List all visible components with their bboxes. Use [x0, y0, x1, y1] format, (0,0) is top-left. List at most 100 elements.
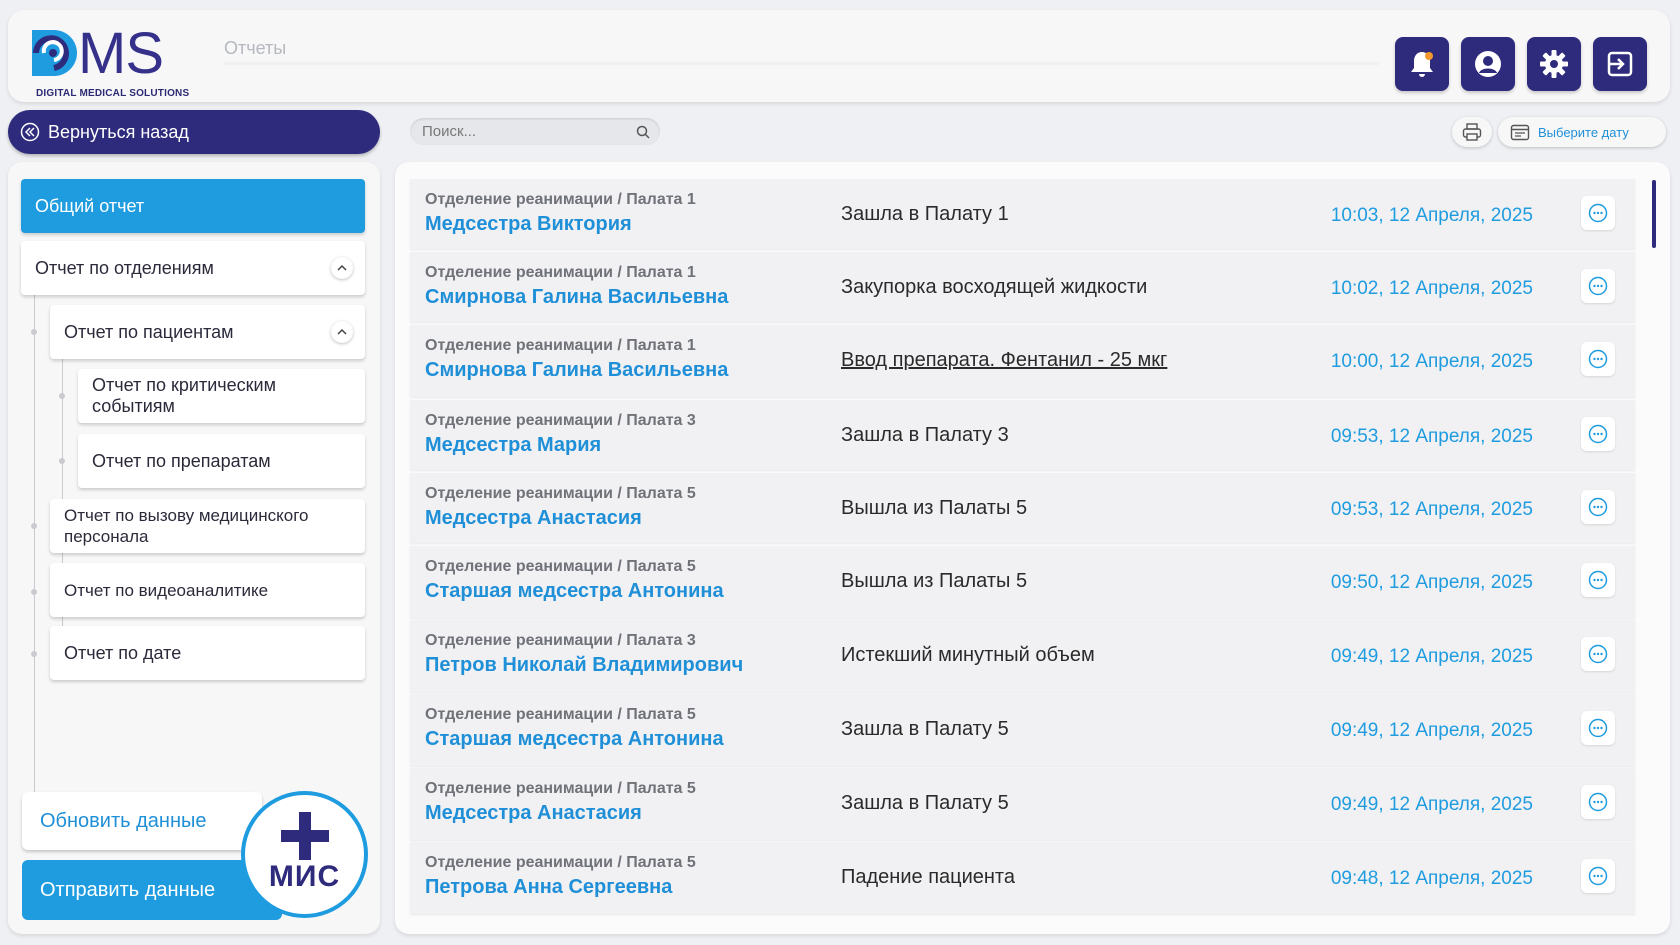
more-button[interactable] [1581, 196, 1615, 230]
more-button[interactable] [1581, 711, 1615, 745]
sidebar-item-general-report[interactable]: Общий отчет [21, 179, 365, 233]
search-input[interactable] [422, 123, 636, 140]
event-time: 10:03, 12 Апреля, 2025 [1330, 205, 1533, 226]
refresh-data-button[interactable]: Обновить данные [22, 792, 262, 850]
logo-mark-icon [32, 30, 77, 76]
dms-logo[interactable]: MS DIGITAL MEDICAL SOLUTIONS [28, 20, 198, 100]
event-time: 10:00, 12 Апреля, 2025 [1330, 351, 1533, 372]
sidebar-item-label: Отчет по вызову медицинского персонала [64, 506, 309, 546]
sidebar-item-patients-report[interactable]: Отчет по пациентам [50, 305, 365, 359]
more-button[interactable] [1581, 342, 1615, 376]
sidebar-item-label: Отчет по препаратам [92, 450, 271, 471]
event-person[interactable]: Смирнова Галина Васильевна [425, 286, 728, 309]
event-person[interactable]: Старшая медсестра Антонина [425, 728, 724, 751]
event-location: Отделение реанимации / Палата 5 [425, 780, 696, 797]
logo-subtitle: DIGITAL MEDICAL SOLUTIONS [36, 88, 190, 99]
event-time: 09:48, 12 Апреля, 2025 [1330, 868, 1533, 889]
more-button[interactable] [1581, 785, 1615, 819]
more-button[interactable] [1581, 563, 1615, 597]
event-row[interactable]: Отделение реанимации / Палата 5 Медсестра… [410, 473, 1635, 543]
event-row[interactable]: Отделение реанимации / Палата 5 Старшая м… [410, 546, 1635, 618]
printer-icon [1462, 123, 1482, 141]
tree-node [59, 393, 65, 399]
more-icon [1588, 497, 1608, 517]
event-location: Отделение реанимации / Палата 3 [425, 632, 696, 649]
event-person[interactable]: Медсестра Анастасия [425, 507, 642, 530]
more-button[interactable] [1581, 859, 1615, 893]
refresh-data-label: Обновить данные [40, 809, 207, 832]
event-row[interactable]: Отделение реанимации / Палата 5 Петрова А… [410, 842, 1635, 914]
event-row[interactable]: Отделение реанимации / Палата 1 Смирнова … [410, 325, 1635, 397]
logout-icon [1607, 51, 1633, 77]
search-box[interactable] [410, 118, 660, 145]
mis-button[interactable]: МИС [241, 791, 368, 918]
tree-node [31, 589, 37, 595]
sidebar-item-drugs-report[interactable]: Отчет по препаратам [78, 434, 365, 488]
more-button[interactable] [1581, 269, 1615, 303]
more-icon [1588, 644, 1608, 664]
event-person[interactable]: Медсестра Мария [425, 434, 601, 457]
search-icon [636, 125, 650, 139]
sidebar-item-label: Общий отчет [35, 195, 145, 216]
event-location: Отделение реанимации / Палата 3 [425, 412, 696, 429]
date-picker-button[interactable]: Выберите дату [1498, 117, 1666, 147]
title-divider [224, 62, 1379, 65]
more-icon [1588, 792, 1608, 812]
more-icon [1588, 570, 1608, 590]
event-time: 09:49, 12 Апреля, 2025 [1330, 646, 1533, 667]
print-button[interactable] [1452, 117, 1492, 147]
plus-icon [280, 811, 329, 860]
bell-icon [1411, 52, 1433, 77]
more-icon [1588, 718, 1608, 738]
event-row[interactable]: Отделение реанимации / Палата 3 Петров Ни… [410, 620, 1635, 692]
sidebar-item-date-report[interactable]: Отчет по дате [50, 626, 365, 680]
event-row[interactable]: Отделение реанимации / Палата 5 Медсестра… [410, 768, 1635, 840]
event-location: Отделение реанимации / Палата 5 [425, 485, 696, 502]
event-description: Истекший минутный объем [841, 644, 1095, 666]
settings-button[interactable] [1527, 37, 1581, 91]
app-header: MS DIGITAL MEDICAL SOLUTIONS Отчеты [8, 10, 1670, 102]
sidebar-item-label: Отчет по отделениям [35, 257, 214, 278]
sidebar-item-video-analytics-report[interactable]: Отчет по видеоаналитике [50, 563, 365, 617]
chevron-up-icon[interactable] [331, 257, 353, 279]
event-row[interactable]: Отделение реанимации / Палата 1 Смирнова … [410, 252, 1635, 322]
event-person[interactable]: Медсестра Анастасия [425, 802, 642, 825]
event-location: Отделение реанимации / Палата 1 [425, 191, 696, 208]
event-row[interactable]: Отделение реанимации / Палата 1 Медсестра… [410, 179, 1635, 249]
event-description: Зашла в Палату 5 [841, 792, 1009, 814]
sidebar-item-departments-report[interactable]: Отчет по отделениям [21, 241, 365, 295]
event-description[interactable]: Ввод препарата. Фентанил - 25 мкг [841, 349, 1167, 372]
logout-button[interactable] [1593, 37, 1647, 91]
scrollbar[interactable] [1652, 180, 1656, 248]
event-time: 09:50, 12 Апреля, 2025 [1330, 572, 1533, 593]
chevron-up-icon[interactable] [331, 321, 353, 343]
more-icon [1588, 866, 1608, 886]
event-person[interactable]: Медсестра Виктория [425, 213, 632, 236]
more-button[interactable] [1581, 637, 1615, 671]
tree-node [59, 458, 65, 464]
more-button[interactable] [1581, 417, 1615, 451]
event-person[interactable]: Смирнова Галина Васильевна [425, 359, 728, 382]
event-location: Отделение реанимации / Палата 5 [425, 706, 696, 723]
page-title: Отчеты [224, 38, 287, 58]
sidebar-item-staff-call-report[interactable]: Отчет по вызову медицинского персонала [50, 499, 365, 553]
back-button[interactable]: Вернуться назад [8, 110, 380, 154]
event-person[interactable]: Старшая медсестра Антонина [425, 580, 724, 603]
back-button-label: Вернуться назад [48, 121, 189, 142]
event-person[interactable]: Петрова Анна Сергеевна [425, 876, 672, 899]
event-row[interactable]: Отделение реанимации / Палата 3 Медсестра… [410, 400, 1635, 470]
event-location: Отделение реанимации / Палата 5 [425, 558, 696, 575]
notifications-button[interactable] [1395, 37, 1449, 91]
sidebar-item-label: Отчет по видеоаналитике [64, 580, 269, 600]
send-data-label: Отправить данные [40, 878, 216, 901]
event-person[interactable]: Петров Николай Владимирович [425, 654, 743, 677]
sidebar-item-label: Отчет по пациентам [64, 321, 234, 342]
event-time: 09:49, 12 Апреля, 2025 [1330, 720, 1533, 741]
more-button[interactable] [1581, 490, 1615, 524]
sidebar-item-critical-events-report[interactable]: Отчет по критическим событиям [78, 369, 365, 423]
profile-button[interactable] [1461, 37, 1515, 91]
event-time: 09:53, 12 Апреля, 2025 [1330, 426, 1533, 447]
event-row[interactable]: Отделение реанимации / Палата 5 Старшая м… [410, 694, 1635, 766]
user-icon [1475, 51, 1501, 77]
sidebar-item-label: Отчет по критическим событиям [92, 375, 276, 416]
